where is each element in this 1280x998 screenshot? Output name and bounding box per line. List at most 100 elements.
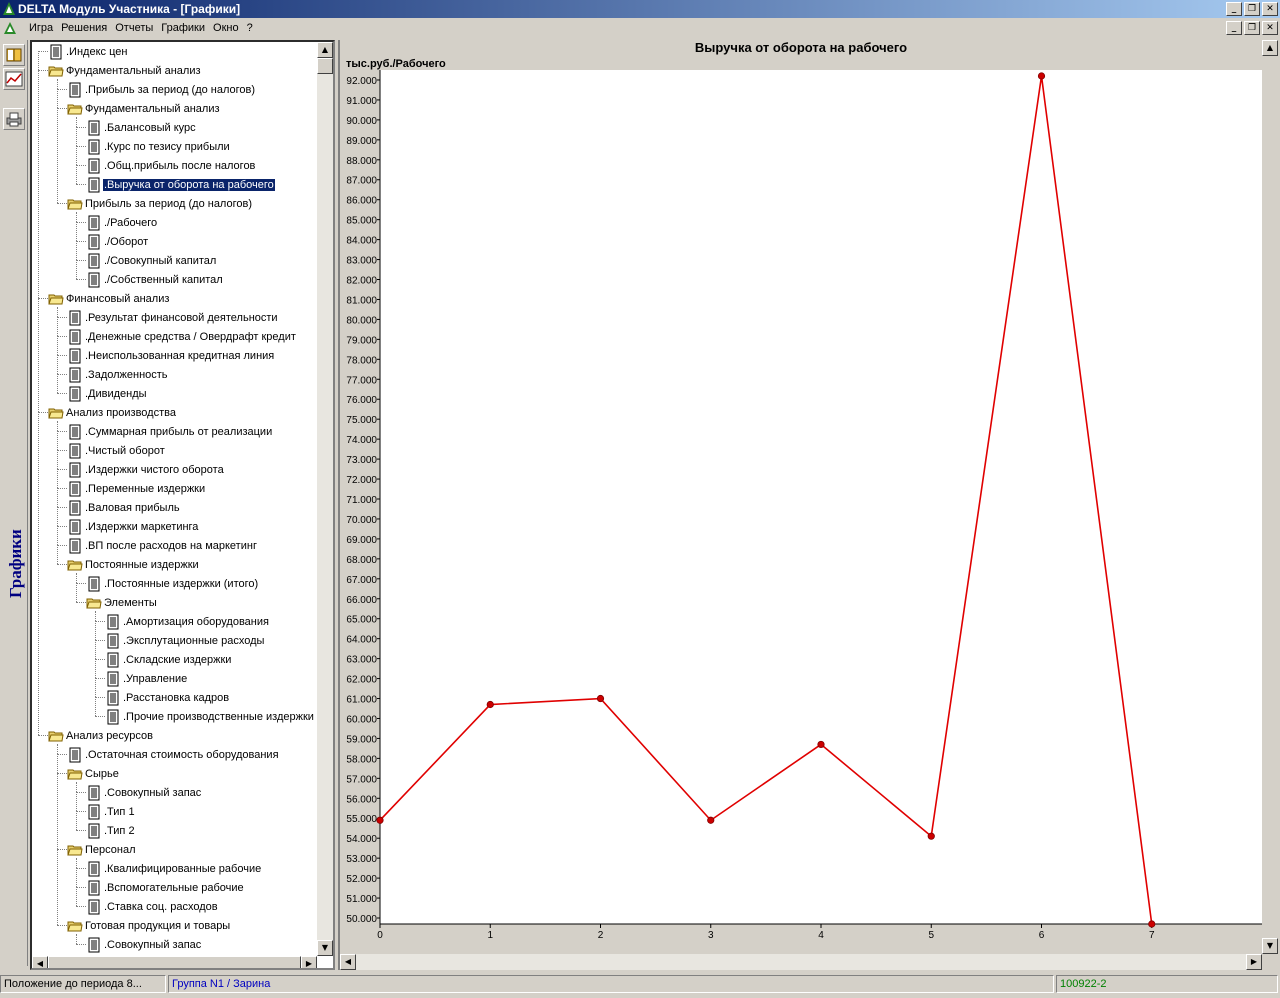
tree-connector: [57, 79, 58, 89]
tree-report-node[interactable]: .Чистый оборот: [67, 441, 166, 460]
tree-report-node[interactable]: .Прибыль за период (до налогов): [67, 80, 256, 99]
menu-item-2[interactable]: Отчеты: [111, 19, 157, 38]
tree-report-node[interactable]: .Тип 1: [86, 802, 136, 821]
tree-connector: [95, 659, 105, 660]
tree-report-node[interactable]: .Денежные средства / Овердрафт кредит: [67, 327, 297, 346]
tree-report-node[interactable]: .Валовая прибыль: [67, 498, 181, 517]
tree-report-node[interactable]: .Совокупный запас: [86, 935, 202, 954]
tree-connector: [95, 640, 96, 659]
menu-item-4[interactable]: Окно: [209, 19, 243, 38]
menu-item-3[interactable]: Графики: [157, 19, 209, 38]
x-tick-label: 7: [1149, 930, 1155, 941]
tree-report-node[interactable]: .Суммарная прибыль от реализации: [67, 422, 273, 441]
tree-report-node[interactable]: .ВП после расходов на маркетинг: [67, 536, 258, 555]
tree-node-label: Фундаментальный анализ: [85, 102, 220, 115]
tree-scroll-down-button[interactable]: ▼: [317, 940, 333, 956]
tree-connector: [76, 868, 86, 869]
tree-report-node[interactable]: .Издержки чистого оборота: [67, 460, 225, 479]
chart-scroll-up-button[interactable]: ▲: [1262, 40, 1278, 56]
tree-report-node[interactable]: .Издержки маркетинга: [67, 517, 199, 536]
tree-node-label: .Прочие производственные издержки: [123, 710, 314, 723]
tree-report-node[interactable]: ./Совокупный капитал: [86, 251, 217, 270]
tree-connector: [76, 830, 86, 831]
chart-horizontal-scrollbar[interactable]: ◀ ▶: [340, 954, 1262, 970]
tree-report-node[interactable]: .Ставка соц. расходов: [86, 897, 219, 916]
tree-folder-node[interactable]: Готовая продукция и товары: [67, 916, 231, 935]
tree-folder-node[interactable]: Постоянные издержки: [67, 555, 200, 574]
maximize-button[interactable]: ❐: [1244, 2, 1260, 16]
chart-scroll-right-button[interactable]: ▶: [1246, 954, 1262, 970]
tree-report-node[interactable]: .Результат финансовой деятельности: [67, 308, 279, 327]
book-button[interactable]: [3, 44, 25, 66]
tree-report-node[interactable]: ./Оборот: [86, 232, 149, 251]
menu-item-1[interactable]: Решения: [57, 19, 111, 38]
tree-report-node[interactable]: .Общ.прибыль после налогов: [86, 156, 256, 175]
tree-connector: [57, 488, 67, 489]
y-tick-label: 77.000: [346, 375, 377, 386]
tree-folder-node[interactable]: Прибыль за период (до налогов): [67, 194, 253, 213]
print-button[interactable]: [3, 108, 25, 130]
mdi-close-button[interactable]: ✕: [1262, 21, 1278, 35]
tree-connector: [57, 89, 67, 90]
close-button[interactable]: ✕: [1262, 2, 1278, 16]
tree-folder-node[interactable]: Анализ ресурсов: [48, 726, 154, 745]
tree-report-node[interactable]: .Балансовый курс: [86, 118, 197, 137]
chart-vertical-scrollbar[interactable]: ▲ ▼: [1262, 40, 1278, 954]
tree-report-node[interactable]: .Эксплутационные расходы: [105, 631, 265, 650]
tree-report-node[interactable]: .Амортизация оборудования: [105, 612, 270, 631]
tree-report-node[interactable]: .Прочие производственные издержки: [105, 707, 315, 726]
tree-scroll-thumb[interactable]: [317, 58, 333, 74]
menu-item-5[interactable]: ?: [243, 19, 257, 38]
tree-hscroll-thumb[interactable]: [48, 956, 301, 968]
status-group: Группа N1 / Зарина: [168, 975, 1054, 993]
tree-report-node[interactable]: .Складские издержки: [105, 650, 232, 669]
chart-scroll-left-button[interactable]: ◀: [340, 954, 356, 970]
tree-report-node[interactable]: .Тип 2: [86, 821, 136, 840]
tree-horizontal-scrollbar[interactable]: ◀ ▶: [32, 956, 317, 968]
tree-folder-node[interactable]: Фундаментальный анализ: [67, 99, 221, 118]
mdi-child-icon[interactable]: [3, 21, 17, 35]
tree-report-node[interactable]: .Индекс цен: [48, 42, 128, 61]
menu-item-0[interactable]: Игра: [25, 19, 57, 38]
tree-report-node[interactable]: .Расстановка кадров: [105, 688, 230, 707]
tree-folder-node[interactable]: Анализ производства: [48, 403, 177, 422]
tree-scroll-right-button[interactable]: ▶: [301, 956, 317, 968]
tree-report-node[interactable]: .Управление: [105, 669, 188, 688]
tree-vertical-scrollbar[interactable]: ▲ ▼: [317, 42, 333, 956]
tree-report-node[interactable]: .Совокупный запас: [86, 783, 202, 802]
tree-report-node[interactable]: .Курс по тезису прибыли: [86, 137, 231, 156]
delta-app-icon: [3, 2, 15, 15]
y-tick-label: 69.000: [346, 535, 377, 546]
tree-folder-node[interactable]: Сырье: [67, 764, 120, 783]
tree-report-node[interactable]: .Вспомогательные рабочие: [86, 878, 245, 897]
tree-report-node[interactable]: ./Рабочего: [86, 213, 158, 232]
tree-connector: [57, 545, 58, 564]
document-icon: [86, 120, 102, 136]
chart-button[interactable]: [3, 68, 25, 90]
tree-folder-node[interactable]: Фундаментальный анализ: [48, 61, 202, 80]
tree-report-node[interactable]: .Неиспользованная кредитная линия: [67, 346, 275, 365]
document-icon: [67, 329, 83, 345]
chart-scroll-down-button[interactable]: ▼: [1262, 938, 1278, 954]
tree-report-node[interactable]: .Задолженность: [67, 365, 169, 384]
data-point-marker: [927, 832, 935, 840]
tree-folder-node[interactable]: Персонал: [67, 840, 137, 859]
tree-folder-node[interactable]: Финансовый анализ: [48, 289, 170, 308]
minimize-button[interactable]: _: [1226, 2, 1242, 16]
tree-node-label: Элементы: [104, 596, 157, 609]
tree-report-node[interactable]: .Остаточная стоимость оборудования: [67, 745, 280, 764]
tree-report-node[interactable]: ./Собственный капитал: [86, 270, 224, 289]
tree-node-label: Персонал: [85, 843, 136, 856]
document-icon: [67, 310, 83, 326]
tree-report-node[interactable]: .Квалифицированные рабочие: [86, 859, 262, 878]
tree-folder-node[interactable]: Элементы: [86, 593, 158, 612]
mdi-minimize-button[interactable]: _: [1226, 21, 1242, 35]
tree-report-node[interactable]: .Постоянные издержки (итого): [86, 574, 259, 593]
tree-report-node[interactable]: .Переменные издержки: [67, 479, 206, 498]
mdi-restore-button[interactable]: ❐: [1244, 21, 1260, 35]
tree-report-node[interactable]: .Дивиденды: [67, 384, 148, 403]
tree-scroll-up-button[interactable]: ▲: [317, 42, 333, 58]
tree-report-node[interactable]: .Выручка от оборота на рабочего: [86, 175, 276, 194]
tree-connector: [57, 849, 67, 850]
tree-scroll-left-button[interactable]: ◀: [32, 956, 48, 968]
